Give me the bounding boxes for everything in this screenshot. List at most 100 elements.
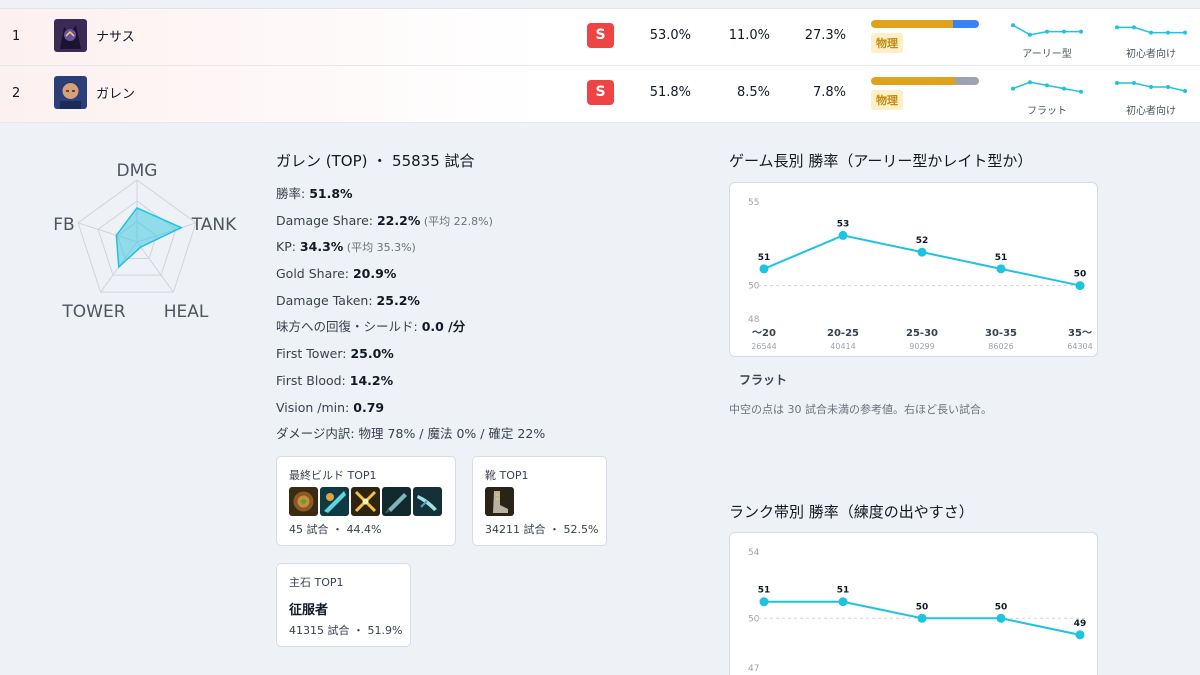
data-point (917, 613, 927, 623)
rune-name: 征服者 (289, 603, 329, 618)
x-tick-count: 90299 (909, 342, 934, 351)
damage-type-bar (871, 20, 979, 28)
rank-band-sparkline (1115, 25, 1187, 35)
winrate: 53.0% (649, 28, 691, 43)
damage-true-fill (955, 77, 979, 85)
sparkline-point (1062, 86, 1066, 91)
boots-card[interactable]: 靴 TOP1 34211 試合 ・ 52.5% (472, 456, 607, 546)
rank-band-chart: 54 50 47 51 51 50 50 49 (748, 548, 1086, 674)
stat-value: 51.8% (309, 186, 353, 201)
data-label: 51 (995, 253, 1008, 263)
data-label: 53 (837, 219, 850, 229)
data-point (1075, 630, 1085, 640)
pickrate: 8.5% (736, 85, 770, 100)
stat-average: (平均 22.8%) (420, 214, 493, 228)
item-icon[interactable] (382, 487, 411, 516)
y-tick-label: 47 (748, 664, 759, 674)
damage-physical-fill (871, 20, 954, 28)
data-point (759, 597, 769, 607)
stat-line: Damage Taken: 25.2% (276, 288, 696, 315)
sparkline-point (1149, 85, 1153, 89)
stat-line: Damage Share: 22.2% (平均 22.8%) (276, 208, 696, 235)
damage-magic-fill (953, 20, 979, 28)
stat-value: 22.2% (376, 212, 421, 228)
table-row[interactable]: 2 ガレン S 51.8% 8.5% 7.8% 物理 フラット 初心者向け (0, 66, 1200, 123)
keystone-rune-card[interactable]: 主石 TOP1 征服者 41315 試合 ・ 51.9% (276, 563, 411, 647)
game-length-sparkline (1011, 23, 1083, 37)
data-point (996, 613, 1006, 623)
stat-value: 20.9% (352, 266, 397, 282)
sparkline-point (1028, 32, 1032, 37)
sparkline-point (1183, 30, 1187, 35)
data-point (759, 264, 769, 274)
x-tick-count: 26544 (751, 342, 776, 351)
data-point (1075, 281, 1085, 291)
stat-label: KP: (276, 239, 300, 255)
card-title: 靴 TOP1 (485, 469, 529, 482)
winrate: 51.8% (649, 85, 691, 100)
item-icon[interactable] (320, 487, 349, 516)
item-icon[interactable] (351, 487, 380, 516)
stat-line: KP: 34.3% (平均 35.3%) (276, 234, 696, 261)
radar-label: TANK (191, 215, 237, 235)
x-tick-label: 30-35 (985, 328, 1017, 339)
table-row[interactable]: 1 ナサス S 53.0% 11.0% 27.3% 物理 アーリー型 初心者向け (0, 9, 1200, 66)
radar-axis (136, 241, 174, 293)
champion-stats: ガレン (TOP) ・ 55835 試合 勝率: 51.8% Damage Sha… (276, 150, 696, 448)
y-tick-label: 55 (748, 198, 759, 208)
rank-band-label: 初心者向け (1126, 106, 1176, 117)
radar-label: FB (53, 215, 74, 235)
sparkline-point (1183, 89, 1187, 93)
x-tick-count: 40414 (830, 342, 855, 351)
data-label: 51 (758, 253, 771, 263)
final-build-card[interactable]: 最終ビルド TOP1 45 試合 ・ 44.4% (276, 456, 456, 546)
stat-line: Vision /min: 0.79 (276, 395, 696, 422)
sparkline-point (1149, 30, 1153, 35)
stat-line: First Tower: 25.0% (276, 341, 696, 368)
game-length-chart-box: 55 50 48 51 53 52 51 50 〜20 26544 20-25 40414 25-30 9… (729, 182, 1098, 357)
sparkline-point (1045, 29, 1049, 34)
sparkline-point (1062, 29, 1066, 34)
item-list (485, 487, 514, 516)
y-tick-label: 54 (748, 548, 760, 558)
stat-label: First Blood: (276, 372, 350, 388)
stat-value: 0.79 (353, 399, 385, 415)
stat-label: 味方への回復・シールド: (276, 319, 422, 335)
data-label: 50 (995, 602, 1008, 612)
x-tick-label: 25-30 (906, 328, 938, 339)
x-tick-count: 64304 (1067, 342, 1092, 351)
rank-band-title: ランク帯別 勝率（練度の出やすさ） (729, 503, 974, 521)
sparkline-point (1132, 81, 1136, 85)
stat-label: ダメージ内訳: 物理 78% / 魔法 0% / 確定 22% (276, 426, 546, 442)
game-length-note: 中空の点は 30 試合未満の参考値。右ほど長い試合。 (729, 403, 992, 416)
damage-type-tag: 物理 (871, 33, 903, 53)
damage-physical-fill (871, 77, 956, 85)
game-length-label: フラット (1027, 106, 1067, 117)
sparkline-point (1079, 29, 1083, 34)
card-title: 主石 TOP1 (289, 576, 344, 589)
stat-line: 味方への回復・シールド: 0.0 /分 (276, 314, 696, 341)
banrate: 27.3% (804, 28, 846, 43)
x-tick-label: 〜20 (752, 328, 776, 339)
table-top-strip (0, 0, 1200, 9)
damage-type-tag: 物理 (871, 90, 903, 110)
x-tick-count: 86026 (988, 342, 1013, 351)
tier-badge: S (587, 80, 614, 105)
radar-label: DMG (117, 161, 158, 181)
stat-label: Vision /min: (276, 399, 354, 415)
champion-name[interactable]: ナサス (96, 26, 135, 45)
boots-icon[interactable] (485, 487, 514, 516)
item-icon[interactable] (413, 487, 442, 516)
game-length-sparkline (1011, 80, 1083, 94)
champion-name[interactable]: ガレン (96, 83, 135, 102)
stat-label: Gold Share: (276, 266, 353, 282)
stat-line: First Blood: 14.2% (276, 368, 696, 395)
item-icon[interactable] (289, 487, 318, 516)
sparkline-point (1045, 83, 1049, 88)
stat-value: 25.0% (350, 346, 394, 362)
sparkline-point (1132, 25, 1136, 30)
sparkline-point (1166, 85, 1170, 89)
stat-label: Damage Taken: (276, 292, 377, 308)
sparkline-point (1166, 30, 1170, 35)
sparkline-point (1011, 23, 1015, 28)
